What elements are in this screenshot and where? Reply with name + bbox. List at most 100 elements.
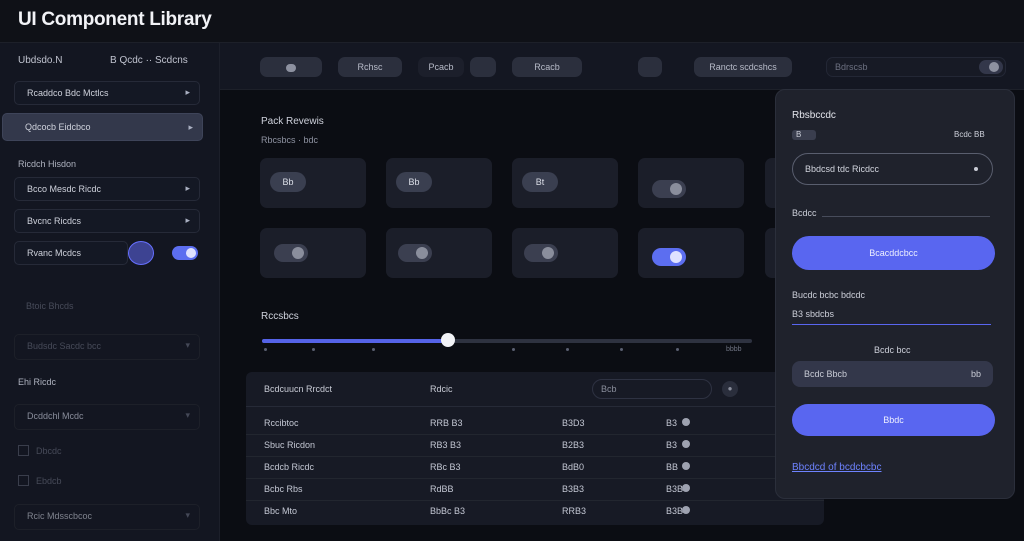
sidebar-item-3[interactable]: Bcco Mesdc Ricdc ▸ (14, 177, 200, 201)
toolbar-pill-3[interactable]: Pcacb (418, 57, 464, 77)
toolbar-pill-1[interactable] (260, 57, 322, 77)
status-dot-icon (682, 506, 690, 514)
toolbar-pill-2[interactable]: Rchsc (338, 57, 402, 77)
toggle-knob (670, 183, 682, 195)
chevron-right-icon: ▸ (188, 122, 193, 132)
column-header[interactable]: Rdcic (430, 384, 453, 394)
table-cell: RRB3 (562, 506, 587, 516)
sidebar-item-label: Rvanc Mcdcs (27, 248, 82, 258)
section-subtitle: Rbcsbcs · bdc (261, 135, 319, 145)
table-row[interactable]: Bbc Mto BbBc B3 RRB3 B3B (246, 500, 824, 522)
filter-icon[interactable]: ● (722, 381, 738, 397)
field-value[interactable]: B3 sbdcbs (792, 309, 834, 319)
dropdown-right: bb (970, 369, 981, 379)
table-cell: RRB B3 (430, 418, 463, 428)
toggle-switch[interactable] (524, 244, 558, 262)
field-label: Bucdc bcbc bdcdc (792, 290, 866, 300)
sidebar-toggle[interactable] (172, 246, 198, 260)
card-10-partial (765, 228, 775, 278)
card-9[interactable] (638, 228, 744, 278)
table-search-placeholder: Bcb (601, 384, 617, 394)
slider-fill (262, 339, 449, 343)
table-cell: BbBc B3 (430, 506, 466, 516)
chevron-right-icon: ▸ (185, 87, 190, 97)
card-2[interactable]: Bb (386, 158, 492, 208)
table-row[interactable]: Bcbc Rbs RdBB B3B3 B3B (246, 478, 824, 501)
table-cell: RBc B3 (430, 462, 461, 472)
panel-link[interactable]: Bbcdcd of bcdcbcbc (792, 462, 882, 473)
chevron-down-icon: ▾ (185, 410, 190, 420)
sidebar-header-right: B Qcdc ·· Scdcns (110, 55, 188, 66)
card-8[interactable] (512, 228, 618, 278)
column-header[interactable]: Bcdcuucn Rrcdct (264, 384, 332, 394)
sidebar-item-1[interactable]: Rcaddco Bdc Mctlcs ▸ (14, 81, 200, 105)
card-7[interactable] (386, 228, 492, 278)
toggle-knob (670, 251, 682, 263)
sidebar-item-faded-1[interactable]: Btoic Bhcds (14, 295, 200, 319)
status-dot-icon (682, 462, 690, 470)
card-6[interactable] (260, 228, 366, 278)
toolbar-pill-5[interactable]: Rcacb (512, 57, 582, 77)
table-cell: B3 (666, 440, 678, 450)
text-field-underline[interactable] (822, 216, 990, 217)
sidebar-item-5[interactable]: Dcddchl Mcdc ▾ (14, 404, 200, 430)
card-1[interactable]: Bb (260, 158, 366, 208)
card-3[interactable]: Bt (512, 158, 618, 208)
toggle-switch[interactable] (652, 180, 686, 198)
slider-tick (372, 348, 375, 351)
status-dot-icon (682, 440, 690, 448)
sidebar-item-label: Btoic Bhcds (26, 301, 74, 311)
checkbox-icon[interactable] (18, 475, 29, 486)
toggle-switch-on[interactable] (652, 248, 686, 266)
status-dot-icon (682, 418, 690, 426)
card-chip[interactable]: Bb (270, 172, 306, 192)
card-4[interactable] (638, 158, 744, 208)
slider-tick (264, 348, 267, 351)
panel-dropdown[interactable]: Bcdc Bbcb bb (792, 361, 993, 387)
range-slider[interactable] (262, 333, 752, 347)
toggle-knob (542, 247, 554, 259)
toggle-switch[interactable] (398, 244, 432, 262)
table-cell: BdB0 (562, 462, 585, 472)
checkbox-label: Ebdcb (36, 476, 62, 486)
search-input[interactable]: Bdrscsb (826, 57, 1006, 77)
center-label: Bcdc bcc (874, 345, 911, 355)
table-cell: BB (666, 462, 679, 472)
toolbar-pill-6[interactable] (638, 57, 662, 77)
checkbox-icon[interactable] (18, 445, 29, 456)
sidebar-toggle-row[interactable]: Rvanc Mcdcs (14, 241, 128, 265)
table-cell: B3D3 (562, 418, 585, 428)
table-row[interactable]: Rccibtoc RRB B3 B3D3 B3 (246, 412, 824, 435)
radio-selected-icon[interactable] (128, 241, 154, 265)
slider-tick (676, 348, 679, 351)
primary-button[interactable]: Bcacddcbcc (792, 236, 995, 270)
toolbar-pill-7[interactable]: Ranctc scdcshcs (694, 57, 792, 77)
slider-tick (566, 348, 569, 351)
sidebar-item-label: Dcddchl Mcdc (27, 411, 84, 421)
sidebar-item-label: Bvcnc Ricdcs (27, 216, 82, 226)
table-row[interactable]: Sbuc Ricdon RB3 B3 B2B3 B3 (246, 434, 824, 457)
text-field-underline-active (792, 324, 991, 325)
chevron-down-icon: ▾ (185, 340, 190, 350)
card-chip[interactable]: Bb (396, 172, 432, 192)
sidebar-item-4[interactable]: Bvcnc Ricdcs ▸ (14, 209, 200, 233)
table-search-input[interactable]: Bcb (592, 379, 712, 399)
slider-tick (512, 348, 515, 351)
toolbar-pill-4[interactable] (470, 57, 496, 77)
sidebar-item-6[interactable]: Rcic Mdsscbcoc ▾ (14, 504, 200, 530)
table-cell: B2B3 (562, 440, 585, 450)
card-chip[interactable]: Bt (522, 172, 558, 192)
table-cell: B3B (666, 506, 684, 516)
panel-select[interactable]: Bbdcsd tdc Ricdcc (792, 153, 993, 185)
sidebar-item-faded-2[interactable]: Budsdc Sacdc bcc ▾ (14, 334, 200, 360)
slider-tick (620, 348, 623, 351)
toggle-switch[interactable] (274, 244, 308, 262)
submit-button[interactable]: Bbdc (792, 404, 995, 436)
toggle-knob (186, 248, 196, 258)
sidebar-item-2-active[interactable]: Qdcocb Eidcbco ▸ (2, 113, 203, 141)
table-row[interactable]: Bcdcb Ricdc RBc B3 BdB0 BB (246, 456, 824, 479)
toggle-icon[interactable] (979, 60, 1003, 74)
sidebar: Ubdsdo.N B Qcdc ·· Scdcns Rcaddco Bdc Mc… (0, 43, 220, 541)
dropdown-value: Bcdc Bbcb (804, 369, 848, 379)
table-cell: Sbuc Ricdon (264, 440, 316, 450)
